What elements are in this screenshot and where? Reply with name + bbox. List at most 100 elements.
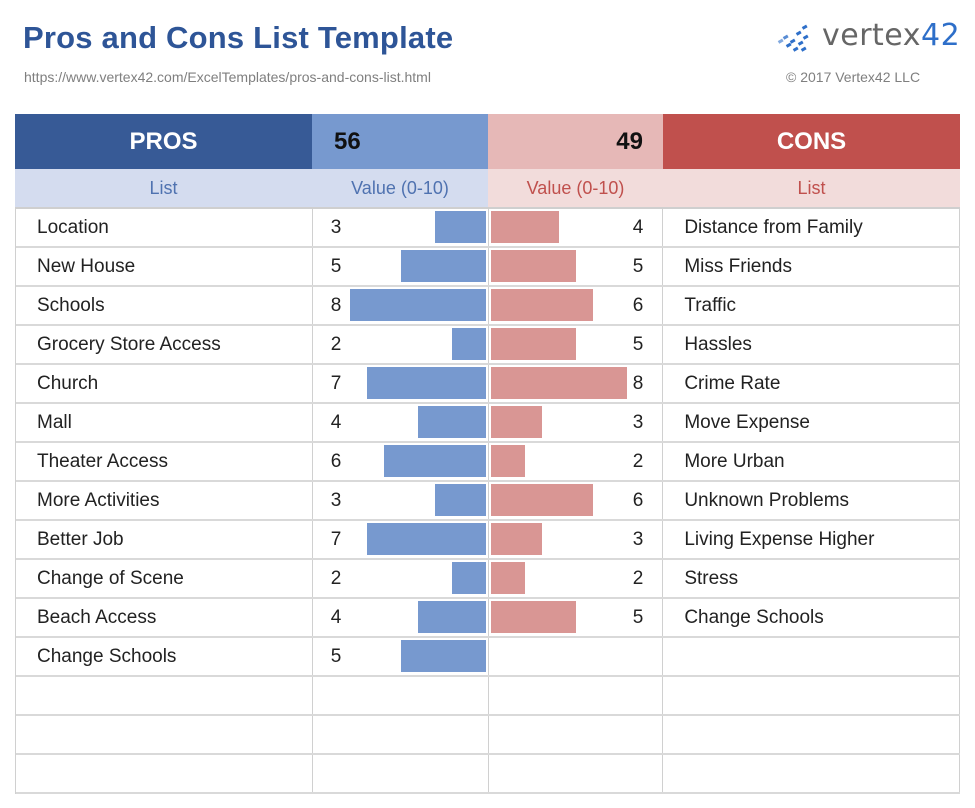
con-item[interactable]: Traffic bbox=[663, 287, 960, 324]
con-value-cell[interactable]: 2 bbox=[489, 443, 664, 480]
pro-value-cell[interactable]: 2 bbox=[313, 560, 489, 597]
pro-value-cell[interactable]: 5 bbox=[313, 638, 489, 675]
pro-value-cell[interactable]: 8 bbox=[313, 287, 489, 324]
con-value-cell[interactable]: 5 bbox=[489, 326, 664, 363]
pro-value: 4 bbox=[330, 411, 342, 433]
pro-value-bar bbox=[349, 289, 486, 321]
table-row: Church 7 8 Crime Rate bbox=[16, 365, 960, 404]
pro-value-bar bbox=[417, 601, 486, 633]
pro-item[interactable]: Change Schools bbox=[16, 638, 313, 675]
pro-item[interactable] bbox=[16, 677, 313, 714]
table-row: Change of Scene 2 2 Stress bbox=[16, 560, 960, 599]
con-value-cell[interactable]: 5 bbox=[489, 599, 664, 636]
pro-item[interactable]: Change of Scene bbox=[16, 560, 313, 597]
table-row bbox=[16, 755, 960, 794]
pro-value: 7 bbox=[330, 528, 342, 550]
pro-value-cell[interactable]: 7 bbox=[313, 521, 489, 558]
pros-cons-table: PROS 56 49 CONS List Value (0-10) Value … bbox=[15, 114, 960, 794]
pro-value-bar bbox=[366, 523, 486, 555]
con-item[interactable]: Change Schools bbox=[663, 599, 960, 636]
pro-item[interactable]: Grocery Store Access bbox=[16, 326, 313, 363]
con-value-cell[interactable] bbox=[489, 716, 664, 753]
con-item[interactable]: Crime Rate bbox=[663, 365, 960, 402]
con-value-cell[interactable] bbox=[489, 755, 664, 792]
con-item[interactable] bbox=[663, 755, 960, 792]
pro-value: 8 bbox=[330, 294, 342, 316]
logo-wordmark: vertex42 bbox=[822, 18, 961, 53]
con-item[interactable]: Living Expense Higher bbox=[663, 521, 960, 558]
con-item[interactable] bbox=[663, 716, 960, 753]
con-item[interactable] bbox=[663, 638, 960, 675]
pro-item[interactable]: Location bbox=[16, 209, 313, 246]
pro-item[interactable] bbox=[16, 755, 313, 792]
con-value-bar bbox=[490, 250, 576, 282]
pro-value: 3 bbox=[330, 489, 342, 511]
con-value-cell[interactable] bbox=[489, 638, 664, 675]
template-url[interactable]: https://www.vertex42.com/ExcelTemplates/… bbox=[24, 69, 431, 85]
subheader-row: List Value (0-10) Value (0-10) List bbox=[15, 169, 960, 209]
pro-value-cell[interactable]: 4 bbox=[313, 404, 489, 441]
con-value-bar bbox=[490, 406, 542, 438]
pro-value-bar bbox=[451, 328, 486, 360]
con-item[interactable]: More Urban bbox=[663, 443, 960, 480]
con-item[interactable]: Unknown Problems bbox=[663, 482, 960, 519]
con-value-cell[interactable]: 2 bbox=[489, 560, 664, 597]
pro-item[interactable]: New House bbox=[16, 248, 313, 285]
con-value: 3 bbox=[632, 411, 644, 433]
con-item[interactable]: Stress bbox=[663, 560, 960, 597]
pro-item[interactable]: Mall bbox=[16, 404, 313, 441]
pro-value: 3 bbox=[330, 216, 342, 238]
pro-value-cell[interactable] bbox=[313, 755, 489, 792]
con-value-cell[interactable]: 5 bbox=[489, 248, 664, 285]
pro-value-cell[interactable]: 4 bbox=[313, 599, 489, 636]
pro-item[interactable]: More Activities bbox=[16, 482, 313, 519]
cons-value-header: Value (0-10) bbox=[488, 169, 663, 207]
con-item[interactable]: Distance from Family bbox=[663, 209, 960, 246]
pro-item[interactable]: Church bbox=[16, 365, 313, 402]
pro-value-cell[interactable]: 5 bbox=[313, 248, 489, 285]
table-row: Schools 8 6 Traffic bbox=[16, 287, 960, 326]
pro-value-cell[interactable]: 6 bbox=[313, 443, 489, 480]
pro-value-cell[interactable] bbox=[313, 677, 489, 714]
vertex42-logo[interactable]: vertex42 bbox=[776, 18, 960, 58]
table-body: Location 3 4 Distance from Family New House 5… bbox=[15, 209, 960, 794]
con-value: 2 bbox=[632, 567, 644, 589]
con-value-bar bbox=[490, 445, 525, 477]
con-value-cell[interactable]: 8 bbox=[489, 365, 664, 402]
con-item[interactable]: Move Expense bbox=[663, 404, 960, 441]
table-row: Beach Access 4 5 Change Schools bbox=[16, 599, 960, 638]
con-item[interactable]: Hassles bbox=[663, 326, 960, 363]
con-value-bar bbox=[490, 523, 542, 555]
con-value-cell[interactable]: 4 bbox=[489, 209, 664, 246]
con-value-bar bbox=[490, 367, 627, 399]
con-value-cell[interactable]: 3 bbox=[489, 521, 664, 558]
pro-item[interactable]: Schools bbox=[16, 287, 313, 324]
pro-value-cell[interactable]: 2 bbox=[313, 326, 489, 363]
pro-item[interactable]: Theater Access bbox=[16, 443, 313, 480]
con-value-bar bbox=[490, 328, 576, 360]
table-row: New House 5 5 Miss Friends bbox=[16, 248, 960, 287]
con-item[interactable]: Miss Friends bbox=[663, 248, 960, 285]
con-value-bar bbox=[490, 289, 593, 321]
con-value-cell[interactable]: 6 bbox=[489, 482, 664, 519]
pro-value-bar bbox=[400, 640, 486, 672]
con-value: 5 bbox=[632, 333, 644, 355]
pro-value-cell[interactable]: 3 bbox=[313, 482, 489, 519]
pro-value-cell[interactable] bbox=[313, 716, 489, 753]
pro-item[interactable]: Beach Access bbox=[16, 599, 313, 636]
pro-value-cell[interactable]: 3 bbox=[313, 209, 489, 246]
page-title: Pros and Cons List Template bbox=[23, 20, 454, 55]
pro-value: 2 bbox=[330, 333, 342, 355]
cons-total: 49 bbox=[488, 114, 663, 169]
pro-item[interactable]: Better Job bbox=[16, 521, 313, 558]
con-value-cell[interactable]: 6 bbox=[489, 287, 664, 324]
con-item[interactable] bbox=[663, 677, 960, 714]
con-value-bar bbox=[490, 211, 559, 243]
pro-value: 5 bbox=[330, 255, 342, 277]
pro-value-cell[interactable]: 7 bbox=[313, 365, 489, 402]
pro-value: 2 bbox=[330, 567, 342, 589]
con-value-cell[interactable] bbox=[489, 677, 664, 714]
con-value-cell[interactable]: 3 bbox=[489, 404, 664, 441]
pro-item[interactable] bbox=[16, 716, 313, 753]
table-row bbox=[16, 716, 960, 755]
